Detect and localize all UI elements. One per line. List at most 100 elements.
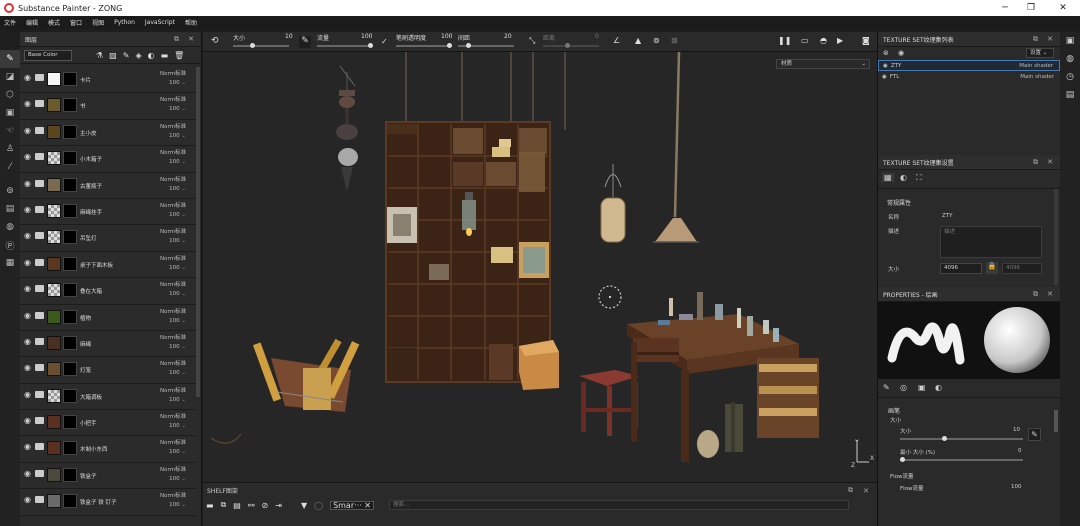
close-icon[interactable]: ✕ — [1047, 290, 1053, 298]
alignment-icon[interactable]: ▲ — [635, 36, 641, 45]
layer-mask-thumbnail[interactable] — [63, 230, 77, 245]
tab-general-icon[interactable]: ▦ — [882, 173, 894, 182]
layer-row[interactable]: ◉ 叠在大箱 Norm标准 100 — [20, 278, 196, 305]
eye-icon[interactable]: ◉ — [882, 74, 887, 80]
add-folder-icon[interactable]: ▬ — [161, 51, 169, 60]
layer-mask-thumbnail[interactable] — [63, 151, 77, 166]
add-fill-layer-icon[interactable]: ◈ — [135, 51, 141, 60]
layer-row[interactable]: ◉ 古董瓶子 Norm标准 100 — [20, 172, 196, 199]
layer-blend-mode[interactable]: Norm标准 — [160, 359, 186, 367]
layer-opacity[interactable]: 100 — [169, 423, 186, 429]
add-paint-layer-icon[interactable]: ✎ — [123, 51, 130, 60]
eye-icon[interactable]: ◉ — [24, 442, 31, 451]
close-button[interactable]: ✕ — [1048, 0, 1078, 16]
layer-opacity[interactable]: 100 — [169, 370, 186, 376]
layer-row[interactable]: ◉ 桌子下面木板 Norm标准 100 — [20, 251, 196, 279]
log-icon[interactable]: ▤ — [1060, 86, 1080, 104]
eye-icon[interactable]: ◉ — [24, 179, 31, 188]
layer-row[interactable]: ◉ 吊坠灯 Norm标准 100 — [20, 225, 196, 252]
texture-set-row[interactable]: ◉ FTL Main shader — [878, 71, 1060, 82]
pause-icon[interactable]: ❚❚ — [778, 36, 791, 45]
layer-blend-mode[interactable]: Norm标准 — [160, 175, 186, 183]
pen-pressure-icon[interactable]: ✎ — [1028, 428, 1041, 441]
visibility-icon[interactable]: ⊛ — [883, 49, 889, 57]
layer-opacity[interactable]: 100 — [169, 397, 186, 403]
filter-chip[interactable]: Smar··· ✕ — [330, 500, 374, 510]
clone-stamp-icon[interactable]: ♙ — [0, 140, 20, 158]
texture-set-icon[interactable]: ▣ — [1060, 32, 1080, 50]
float-icon[interactable]: ⧉ — [848, 486, 853, 495]
layer-mask-thumbnail[interactable] — [63, 362, 77, 377]
layer-opacity[interactable]: 100 — [169, 476, 186, 482]
bake-icon[interactable]: ⊚ — [0, 182, 20, 200]
eye-icon[interactable]: ◉ — [24, 205, 31, 214]
layer-row[interactable]: ◉ 卡片 Norm标准 100 — [20, 67, 196, 94]
size-slider[interactable] — [233, 43, 289, 48]
layers-scrollbar[interactable] — [196, 67, 200, 397]
brush-size-knob[interactable] — [942, 436, 948, 441]
float-icon[interactable]: ⧉ — [1033, 35, 1038, 44]
export-icon[interactable]: ▦ — [0, 254, 20, 272]
add-smart-material-icon[interactable]: ◐ — [148, 51, 155, 60]
viewport-mode-dropdown[interactable]: 材质 — [776, 59, 870, 69]
delete-layer-icon[interactable]: 🗑 — [174, 51, 184, 60]
layer-mask-thumbnail[interactable] — [63, 467, 77, 482]
tab-stencil-icon[interactable]: ▣ — [918, 383, 926, 392]
menu-file[interactable]: 文件 — [4, 18, 16, 27]
layer-opacity[interactable]: 100 — [169, 449, 186, 455]
selection-icon[interactable]: ▭ — [801, 36, 809, 45]
eye-icon[interactable]: ◉ — [24, 416, 31, 425]
layer-mask-thumbnail[interactable] — [63, 283, 77, 298]
layer-mask-thumbnail[interactable] — [63, 177, 77, 192]
folder-icon[interactable]: ▬ — [206, 501, 214, 510]
close-icon[interactable]: ✕ — [863, 487, 869, 495]
eye-icon[interactable]: ◉ — [24, 495, 31, 504]
layer-blend-mode[interactable]: Norm标准 — [160, 438, 186, 446]
layer-mask-thumbnail[interactable] — [63, 494, 77, 509]
camera-icon[interactable]: ▶ — [837, 36, 843, 45]
eye-icon[interactable]: ◉ — [24, 337, 31, 346]
close-icon[interactable]: ✕ — [1047, 35, 1053, 43]
hide-icon[interactable]: ⊘ — [262, 501, 269, 510]
texture-set-row[interactable]: ◉ ZTY Main shader — [878, 60, 1060, 71]
channel-select[interactable]: Base Color — [24, 49, 72, 61]
eye-icon[interactable]: ◉ — [24, 390, 31, 399]
menu-javascript[interactable]: JavaScript — [145, 19, 175, 26]
eye-icon[interactable]: ◉ — [24, 126, 31, 135]
eye-icon[interactable]: ◉ — [24, 152, 31, 161]
layer-blend-mode[interactable]: Norm标准 — [160, 69, 186, 77]
layer-row[interactable]: ◉ 灯笼 Norm标准 100 — [20, 357, 196, 384]
sphere-icon[interactable]: ◍ — [0, 218, 20, 236]
tab-bake-icon[interactable]: ⛶ — [916, 173, 922, 183]
layer-mask-thumbnail[interactable] — [63, 388, 77, 403]
layer-mask-thumbnail[interactable] — [63, 203, 77, 218]
smudge-icon[interactable]: ☜ — [0, 122, 20, 140]
layer-opacity[interactable]: 100 — [169, 212, 186, 218]
lock-icon[interactable]: 🔒 — [986, 262, 998, 274]
circle-icon[interactable]: ◯ — [314, 501, 323, 510]
new-icon[interactable]: ⧉ — [221, 500, 227, 510]
screenshot-icon[interactable]: ◙ — [862, 36, 870, 45]
layer-opacity[interactable]: 100 — [169, 159, 186, 165]
layer-opacity[interactable]: 100 — [169, 80, 186, 86]
settings-scrollbar[interactable] — [1054, 189, 1058, 285]
layer-row[interactable]: ◉ 小把手 Norm标准 100 — [20, 410, 196, 437]
tab-alpha-icon[interactable]: ◎ — [900, 383, 907, 392]
symmetry-icon[interactable]: ⟲ — [211, 36, 219, 46]
layer-blend-mode[interactable]: Norm标准 — [160, 412, 186, 420]
filter-icon[interactable]: ▼ — [301, 501, 307, 510]
layer-blend-mode[interactable]: Norm标准 — [160, 465, 186, 473]
layer-opacity[interactable]: 100 — [169, 265, 186, 271]
layer-mask-thumbnail[interactable] — [63, 415, 77, 430]
paint-brush-icon[interactable]: ✎ — [0, 50, 20, 68]
eraser-icon[interactable]: ◪ — [0, 68, 20, 86]
size-space-icon[interactable]: ⊠ — [671, 36, 678, 45]
backface-icon[interactable]: ⊚ — [653, 36, 660, 45]
menu-window[interactable]: 窗口 — [70, 18, 82, 27]
tab-brush-icon[interactable]: ✎ — [883, 383, 890, 392]
menu-python[interactable]: Python — [114, 19, 135, 26]
layer-row[interactable]: ◉ 主小皮 Norm标准 100 — [20, 119, 196, 147]
layer-opacity[interactable]: 100 — [169, 238, 186, 244]
eye-icon[interactable]: ◉ — [24, 73, 31, 82]
layer-blend-mode[interactable]: Norm标准 — [160, 254, 186, 262]
